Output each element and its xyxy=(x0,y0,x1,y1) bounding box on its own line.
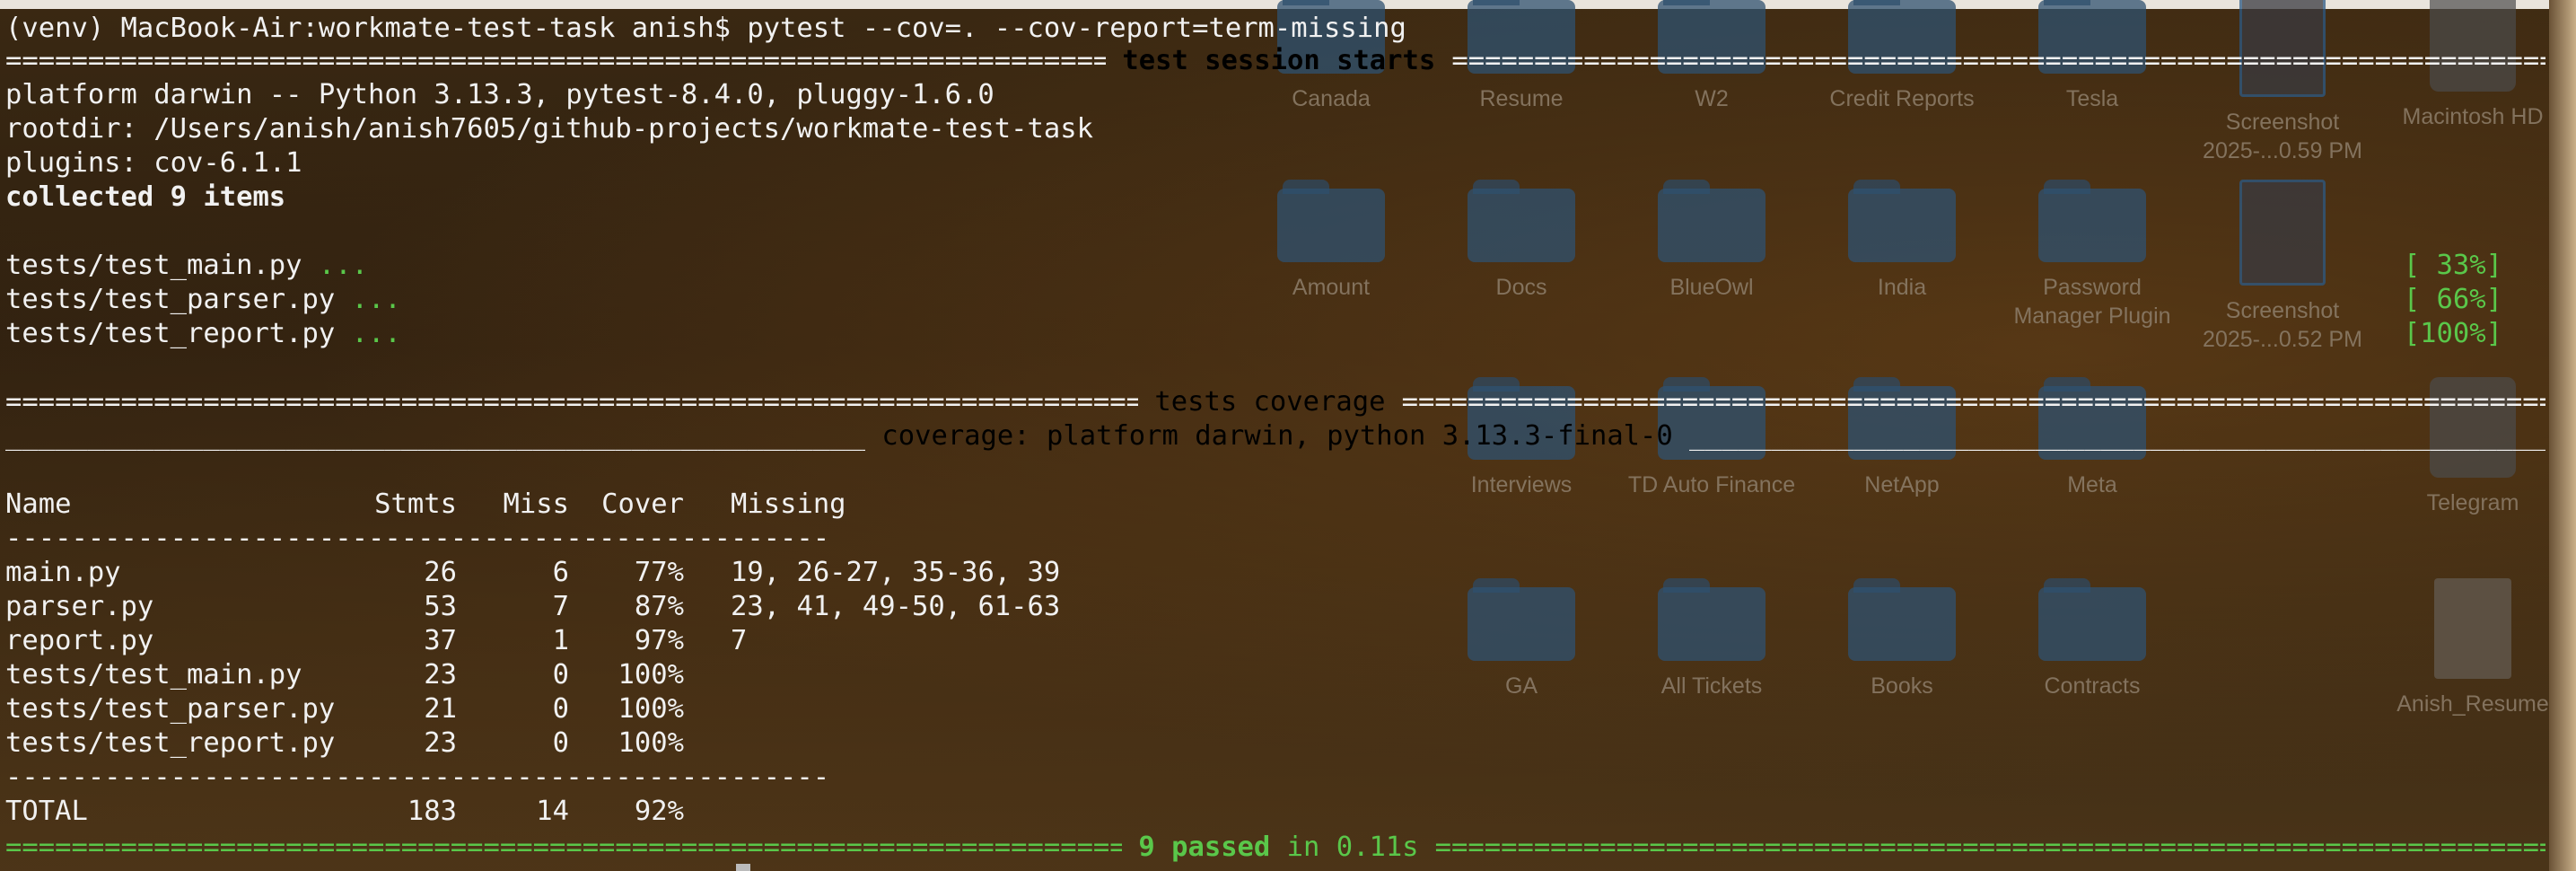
summary-space xyxy=(1122,831,1138,863)
header-missing: Missing xyxy=(731,488,846,520)
row-name: tests/test_main.py xyxy=(5,659,302,691)
test-file-row: tests/test_parser.py ... xyxy=(5,284,401,316)
separator-fill: ========================================… xyxy=(1401,386,2545,418)
test-progress: [ 33%] xyxy=(2403,250,2502,281)
test-result-dots: ... xyxy=(318,250,368,281)
test-file-row: tests/test_report.py ... xyxy=(5,318,401,350)
coverage-title: tests coverage xyxy=(1138,386,1402,418)
table-divider: ----------------------------------------… xyxy=(5,761,830,793)
test-result-dots: ... xyxy=(351,284,401,315)
session-start-separator: ========================================… xyxy=(5,45,2545,77)
row-missing: 19, 26-27, 35-36, 39 xyxy=(731,557,1061,588)
test-progress: [ 66%] xyxy=(2403,284,2502,315)
summary-separator: ========================================… xyxy=(5,831,2545,864)
row-missing: 23, 41, 49-50, 61-63 xyxy=(731,591,1061,622)
session-title: test session starts xyxy=(1106,45,1452,76)
test-file-name: tests/test_report.py xyxy=(5,318,352,349)
total-name: TOTAL xyxy=(5,796,88,827)
separator-fill: ========================================… xyxy=(5,45,1106,76)
passed-count: 9 passed xyxy=(1138,831,1271,863)
separator-label: tests coverage xyxy=(1138,386,1402,418)
row-cover: 87% xyxy=(634,591,684,622)
duration: in 0.11s xyxy=(1270,831,1435,863)
separator-label: 9 passed in 0.11s xyxy=(1122,831,1435,864)
table-divider: ----------------------------------------… xyxy=(5,523,830,554)
desktop: Canada Resume W2 Credit Reports Tesla Screens… xyxy=(0,0,2576,871)
command-prompt: (venv) MacBook-Air:workmate-test-task an… xyxy=(5,13,1406,44)
terminal-window[interactable]: (venv) MacBook-Air:workmate-test-task an… xyxy=(0,0,2549,871)
separator-label: test session starts xyxy=(1106,45,1452,77)
coverage-separator: ========================================… xyxy=(5,386,2545,418)
rootdir-line: rootdir: /Users/anish/anish7605/github-p… xyxy=(5,113,1093,145)
row-cover: 100% xyxy=(618,693,684,725)
row-name: report.py xyxy=(5,625,154,656)
test-file-row: tests/test_main.py ... xyxy=(5,250,368,282)
coverage-subtitle: coverage: platform darwin, python 3.13.3… xyxy=(865,420,1690,452)
separator-fill: ========================================… xyxy=(5,386,1138,418)
row-missing: 7 xyxy=(731,625,748,656)
collected-line: collected 9 items xyxy=(5,181,286,213)
separator-fill: ========================================… xyxy=(1434,831,2545,863)
separator-fill: ________________________________________… xyxy=(5,420,865,452)
row-name: main.py xyxy=(5,557,121,588)
platform-line: platform darwin -- Python 3.13.3, pytest… xyxy=(5,79,994,110)
test-progress: [100%] xyxy=(2403,318,2502,349)
separator-label: coverage: platform darwin, python 3.13.3… xyxy=(865,420,1689,453)
coverage-subheader-separator: ________________________________________… xyxy=(5,420,2545,453)
test-result-dots: ... xyxy=(351,318,401,349)
header-cover: Cover xyxy=(601,488,684,520)
total-cover: 92% xyxy=(634,796,684,827)
row-cover: 100% xyxy=(618,659,684,691)
row-cover: 77% xyxy=(634,557,684,588)
separator-fill: ________________________________________… xyxy=(1688,420,2546,452)
row-cover: 100% xyxy=(618,727,684,759)
test-file-name: tests/test_parser.py xyxy=(5,284,352,315)
row-cover: 97% xyxy=(634,625,684,656)
row-name: parser.py xyxy=(5,591,154,622)
plugins-line: plugins: cov-6.1.1 xyxy=(5,147,302,179)
separator-fill: ========================================… xyxy=(5,831,1122,863)
separator-fill: ========================================… xyxy=(1451,45,2545,76)
header-name: Name xyxy=(5,488,72,520)
terminal-cursor xyxy=(736,864,750,871)
test-file-name: tests/test_main.py xyxy=(5,250,319,281)
